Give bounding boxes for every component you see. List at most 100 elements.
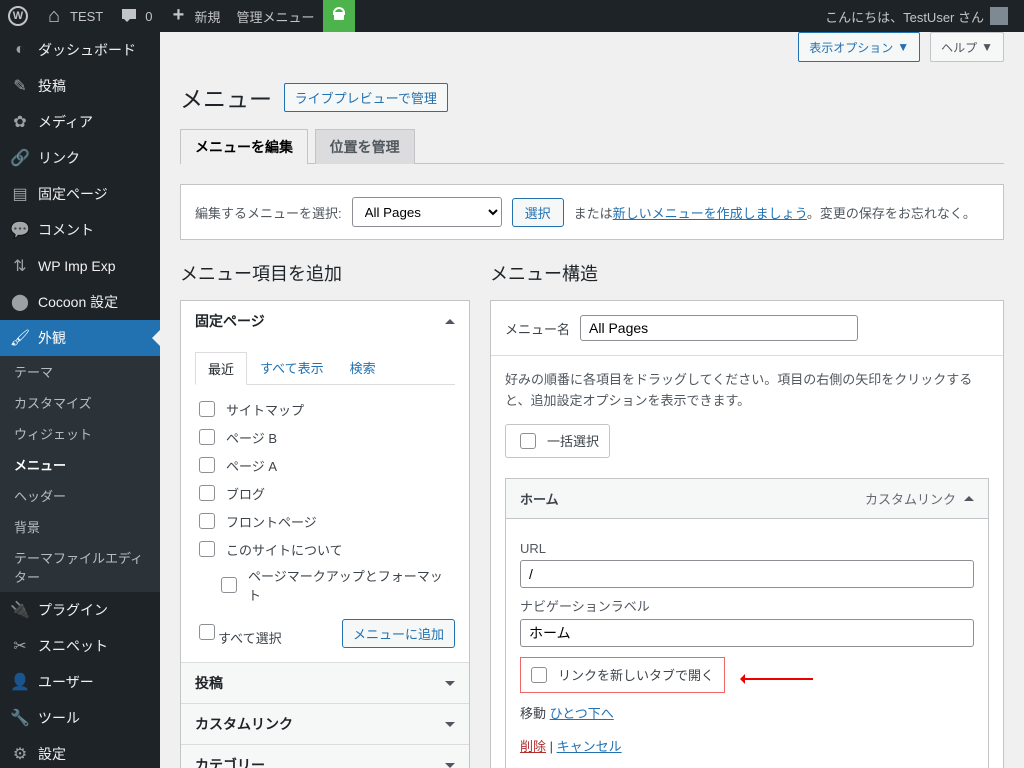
sidebar-item-13[interactable]: ⚙設定 <box>0 736 160 768</box>
create-menu-link[interactable]: 新しいメニューを作成しましょう <box>613 206 807 221</box>
nav-label-input[interactable] <box>520 619 974 647</box>
sidebar-subitem-5[interactable]: 背景 <box>0 511 160 542</box>
pages-tab-all[interactable]: すべて表示 <box>247 351 337 384</box>
accordion-custom-links[interactable]: カスタムリンク <box>181 704 469 744</box>
accordion-posts[interactable]: 投稿 <box>181 663 469 703</box>
menu-item-bar[interactable]: ホーム カスタムリンク <box>505 478 989 519</box>
structure-description: 好みの順番に各項目をドラッグしてください。項目の右側の矢印をクリックすると、追加… <box>505 370 989 412</box>
sidebar-item-7[interactable]: ⬤Cocoon 設定 <box>0 284 160 320</box>
page-check-item[interactable]: ページ B <box>195 423 455 451</box>
menu-item-settings: URL ナビゲーションラベル リンクを新しいタブで開く 移動 ひとつ下へ 削除 … <box>505 519 989 768</box>
live-preview-button[interactable]: ライブプレビューで管理 <box>284 83 448 112</box>
sidebar-item-3[interactable]: 🔗リンク <box>0 140 160 176</box>
chevron-up-icon <box>964 491 974 501</box>
tab-manage-locations[interactable]: 位置を管理 <box>315 129 415 164</box>
menu-icon: ✎ <box>10 76 30 96</box>
sidebar-subitem-6[interactable]: テーマファイルエディター <box>0 542 160 592</box>
menu-icon: 👤 <box>10 672 30 692</box>
sidebar-item-11[interactable]: 👤ユーザー <box>0 664 160 700</box>
site-name: TEST <box>70 9 103 24</box>
screen-options-button[interactable]: 表示オプション▼ <box>798 32 920 62</box>
menu-structure-heading: メニュー構造 <box>490 260 1004 286</box>
tab-edit-menus[interactable]: メニューを編集 <box>180 129 308 164</box>
sidebar-item-2[interactable]: ✿メディア <box>0 104 160 140</box>
sidebar-item-6[interactable]: ⇅WP Imp Exp <box>0 248 160 284</box>
url-label: URL <box>520 541 974 556</box>
avatar-icon <box>990 7 1008 25</box>
sidebar-item-4[interactable]: ▤固定ページ <box>0 176 160 212</box>
chevron-up-icon <box>445 314 455 324</box>
delete-item-link[interactable]: 削除 <box>520 739 546 754</box>
menu-icon: 🔧 <box>10 708 30 728</box>
sidebar-item-10[interactable]: ✂スニペット <box>0 628 160 664</box>
page-check-item[interactable]: ページマークアップとフォーマット <box>195 563 455 607</box>
menu-icon: ▤ <box>10 184 30 204</box>
menu-icon: 🖌 <box>10 328 30 348</box>
sidebar-subitem-3[interactable]: メニュー <box>0 449 160 480</box>
plus-icon <box>168 6 188 26</box>
add-to-menu-button[interactable]: メニューに追加 <box>342 619 455 648</box>
sidebar-subitem-0[interactable]: テーマ <box>0 356 160 387</box>
sidebar-subitem-2[interactable]: ウィジェット <box>0 418 160 449</box>
pages-tab-search[interactable]: 検索 <box>337 351 389 384</box>
chevron-down-icon <box>445 681 455 691</box>
page-check-item[interactable]: フロントページ <box>195 507 455 535</box>
menu-icon: ✿ <box>10 112 30 132</box>
manage-menus-bar: 編集するメニューを選択: All Pages 選択 または新しいメニューを作成し… <box>180 184 1004 240</box>
accordion-pages[interactable]: 固定ページ <box>181 301 469 341</box>
page-check-item[interactable]: サイトマップ <box>195 395 455 423</box>
cancel-item-link[interactable]: キャンセル <box>557 739 622 754</box>
menu-select[interactable]: All Pages <box>352 197 502 227</box>
page-check-item[interactable]: ブログ <box>195 479 455 507</box>
comments-link[interactable]: 0 <box>111 0 160 32</box>
pages-tab-recent[interactable]: 最近 <box>195 352 247 385</box>
menu-name-input[interactable] <box>580 315 858 341</box>
admin-menu-link[interactable]: 管理メニュー <box>228 0 322 32</box>
menu-icon: ⚙ <box>10 744 30 764</box>
page-title: メニュー <box>180 72 272 118</box>
add-items-heading: メニュー項目を追加 <box>180 260 470 286</box>
user-greeting[interactable]: こんにちは、TestUser さん <box>817 0 1016 32</box>
sidebar-item-1[interactable]: ✎投稿 <box>0 68 160 104</box>
menu-item-title: ホーム <box>520 489 559 508</box>
nav-label-label: ナビゲーションラベル <box>520 596 974 615</box>
open-new-tab-checkbox[interactable] <box>531 667 547 683</box>
accordion-categories[interactable]: カテゴリー <box>181 745 469 768</box>
help-button[interactable]: ヘルプ▼ <box>930 32 1004 62</box>
menu-icon: 🔗 <box>10 148 30 168</box>
sidebar-item-8[interactable]: 🖌外観 <box>0 320 160 356</box>
site-name-link[interactable]: TEST <box>36 0 111 32</box>
new-content-link[interactable]: 新規 <box>160 0 228 32</box>
security-indicator[interactable] <box>323 0 355 32</box>
bulk-select-toggle[interactable]: 一括選択 <box>505 424 610 458</box>
url-input[interactable] <box>520 560 974 588</box>
menu-name-label: メニュー名 <box>505 319 570 338</box>
chevron-down-icon <box>445 763 455 768</box>
page-check-item[interactable]: このサイトについて <box>195 535 455 563</box>
menu-icon: 🔌 <box>10 600 30 620</box>
sidebar-item-5[interactable]: 💬コメント <box>0 212 160 248</box>
lock-icon <box>323 0 355 32</box>
select-all-pages[interactable]: すべて選択 <box>195 621 282 647</box>
select-menu-button[interactable]: 選択 <box>512 198 564 227</box>
menu-icon: ◐ <box>10 40 30 60</box>
menu-icon: 💬 <box>10 220 30 240</box>
sidebar-item-0[interactable]: ◐ダッシュボード <box>0 32 160 68</box>
comment-icon <box>119 6 139 26</box>
wordpress-icon <box>8 6 28 26</box>
sidebar-subitem-1[interactable]: カスタマイズ <box>0 387 160 418</box>
wp-logo[interactable] <box>0 0 36 32</box>
move-down-link[interactable]: ひとつ下へ <box>550 706 614 721</box>
sidebar-item-9[interactable]: 🔌プラグイン <box>0 592 160 628</box>
menu-icon: ⬤ <box>10 292 30 312</box>
open-new-tab-field[interactable]: リンクを新しいタブで開く <box>520 657 725 693</box>
select-menu-label: 編集するメニューを選択: <box>195 203 342 222</box>
chevron-down-icon <box>445 722 455 732</box>
menu-icon: ⇅ <box>10 256 30 276</box>
menu-icon: ✂ <box>10 636 30 656</box>
sidebar-subitem-4[interactable]: ヘッダー <box>0 480 160 511</box>
page-check-item[interactable]: ページ A <box>195 451 455 479</box>
admin-sidebar: ◐ダッシュボード✎投稿✿メディア🔗リンク▤固定ページ💬コメント⇅WP Imp E… <box>0 32 160 768</box>
comments-count: 0 <box>145 9 152 24</box>
sidebar-item-12[interactable]: 🔧ツール <box>0 700 160 736</box>
